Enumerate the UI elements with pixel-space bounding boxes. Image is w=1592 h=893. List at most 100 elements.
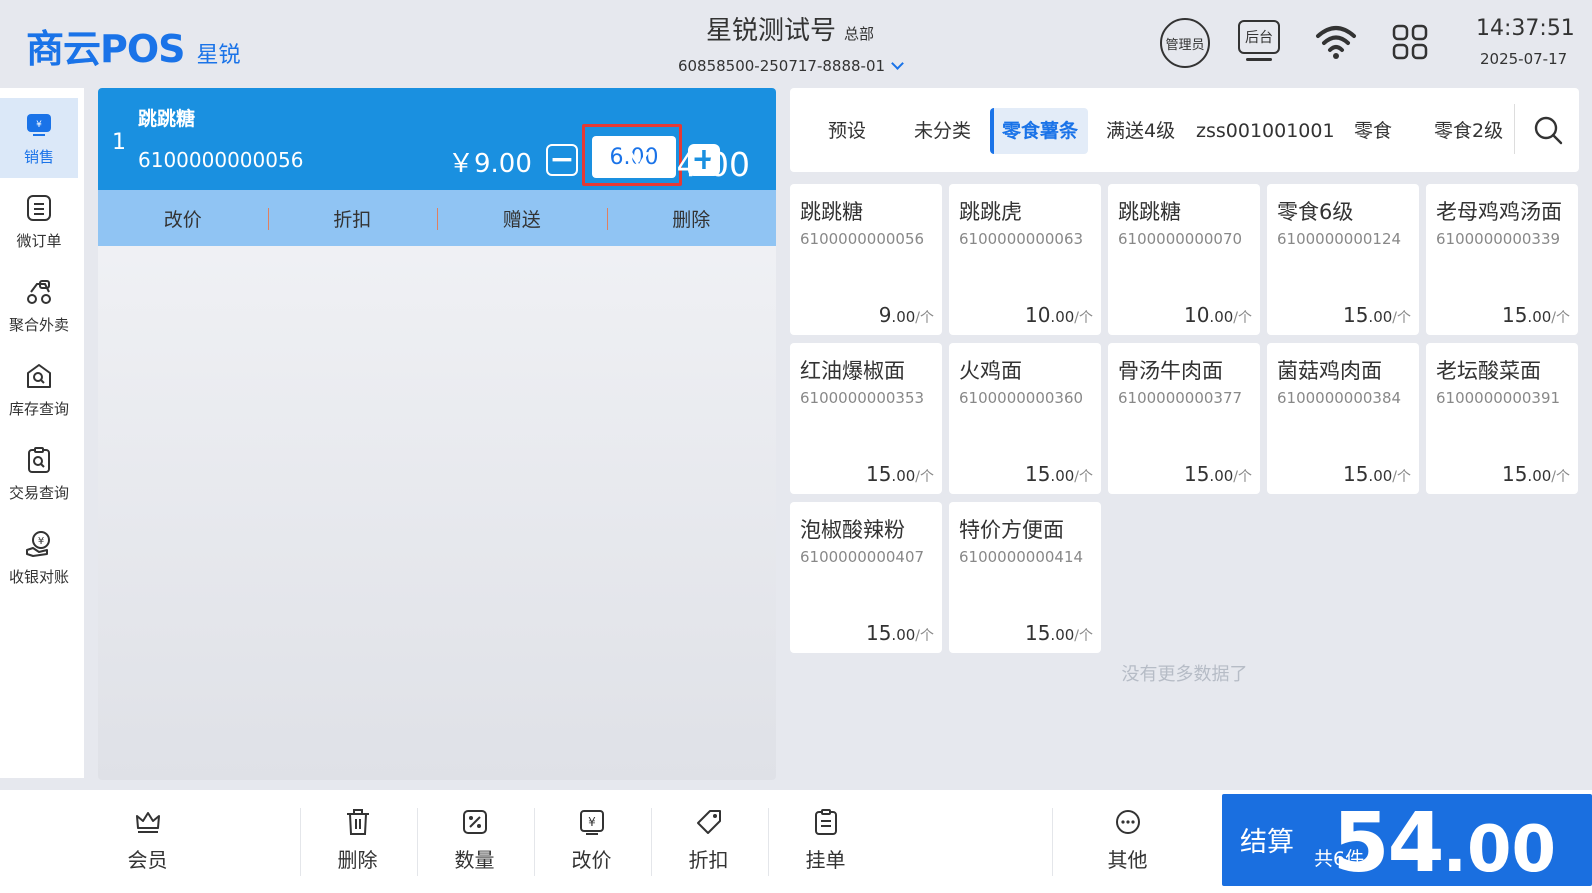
cart-line-actions: 改价 折扣 赠送 删除 [98, 190, 776, 246]
clock-date: 2025-07-17 [1480, 50, 1568, 68]
hold-order-label: 挂单 [805, 848, 846, 872]
category-tab-snack-fries[interactable]: 零食薯条 [990, 108, 1089, 154]
category-tab-snack[interactable]: 零食 [1344, 108, 1402, 154]
sidebar-item-reconcile[interactable]: ¥ 收银对账 [0, 518, 78, 598]
product-panel: 预设 未分类 零食薯条 满送4级 zss001001001 零食 零食2级 跳跳… [790, 88, 1592, 778]
quantity-label: 数量 [454, 848, 495, 872]
store-info[interactable]: 星锐测试号 总部 60858500-250717-8888-01 [600, 10, 980, 75]
product-name: 零食6级 [1277, 200, 1354, 224]
checkout-amount: 54.00 [1332, 796, 1557, 891]
product-card[interactable]: 零食6级 6100000000124 15.00/个 [1267, 184, 1419, 335]
product-name: 泡椒酸辣粉 [800, 518, 905, 542]
hold-order-icon [814, 809, 837, 835]
product-card[interactable]: 菌菇鸡肉面 6100000000384 15.00/个 [1267, 343, 1419, 494]
discount-button[interactable]: 折扣 [267, 205, 438, 232]
logo-subtitle: 星锐 [196, 43, 241, 68]
product-price: 15.00/个 [1183, 462, 1252, 486]
chevron-down-icon[interactable] [891, 57, 904, 70]
no-more-data-text: 没有更多数据了 [1121, 664, 1248, 685]
product-name: 骨汤牛肉面 [1118, 359, 1223, 383]
admin-label: 管理员 [1165, 37, 1205, 53]
delete-line-button[interactable]: 删除 [606, 205, 777, 232]
product-card[interactable]: 火鸡面 6100000000360 15.00/个 [949, 343, 1101, 494]
product-code: 6100000000360 [959, 389, 1084, 407]
member-label: 会员 [127, 848, 168, 872]
hold-order-button[interactable]: 挂单 [768, 808, 883, 888]
product-name: 特价方便面 [959, 518, 1064, 542]
wifi-icon[interactable] [1314, 22, 1358, 62]
search-icon[interactable] [1532, 114, 1564, 146]
product-card[interactable]: 泡椒酸辣粉 6100000000407 15.00/个 [790, 502, 942, 653]
sidebar-item-label: 微订单 [16, 231, 62, 250]
product-price: 15.00/个 [1024, 621, 1093, 645]
product-code: 6100000000414 [959, 548, 1084, 566]
order-icon [25, 194, 53, 222]
backend-button[interactable]: 后台 [1238, 20, 1280, 54]
discount-footer-button[interactable]: 折扣 [651, 808, 766, 888]
quantity-button[interactable]: 数量 [417, 808, 532, 888]
product-price: 15.00/个 [1024, 462, 1093, 486]
product-card[interactable]: 跳跳糖 6100000000070 10.00/个 [1108, 184, 1260, 335]
more-icon [1115, 810, 1140, 834]
product-name: 红油爆椒面 [800, 359, 905, 383]
member-button[interactable]: 会员 [90, 808, 205, 888]
admin-button[interactable]: 管理员 [1160, 18, 1210, 68]
sidebar-item-delivery[interactable]: 聚合外卖 [0, 266, 78, 346]
category-bar: 预设 未分类 零食薯条 满送4级 zss001001001 零食 零食2级 [790, 88, 1579, 172]
more-button[interactable]: 其他 [1070, 808, 1185, 888]
product-code: 6100000000407 [800, 548, 925, 566]
cart-item-total: ￥54.00 [622, 145, 750, 184]
checkout-button[interactable]: 结算 共6件 54.00 [1222, 794, 1592, 891]
category-tab-zss001001001[interactable]: zss001001001 [1186, 108, 1345, 154]
cart-panel: 跳跳糖 1 6100000000056 ￥9.00 − + ￥54.00 改价 … [98, 88, 776, 780]
sidebar-item-inventory[interactable]: 库存查询 [0, 350, 78, 430]
product-card[interactable]: 红油爆椒面 6100000000353 15.00/个 [790, 343, 942, 494]
sidebar-item-micro-order[interactable]: 微订单 [0, 182, 78, 262]
product-card[interactable]: 跳跳糖 6100000000056 9.00/个 [790, 184, 942, 335]
change-price-label: 改价 [571, 848, 612, 872]
cart-line-item[interactable]: 跳跳糖 1 6100000000056 ￥9.00 − + ￥54.00 [98, 88, 776, 190]
backend-label: 后台 [1245, 30, 1273, 46]
product-card[interactable]: 老母鸡鸡汤面 6100000000339 15.00/个 [1426, 184, 1578, 335]
clock-time: 14:37:51 [1476, 16, 1575, 41]
product-card[interactable]: 骨汤牛肉面 6100000000377 15.00/个 [1108, 343, 1260, 494]
store-name: 星锐测试号 [705, 16, 836, 46]
change-price-footer-button[interactable]: ¥ 改价 [534, 808, 649, 888]
monitor-stand [1246, 58, 1272, 61]
product-card[interactable]: 跳跳虎 6100000000063 10.00/个 [949, 184, 1101, 335]
delete-button[interactable]: 删除 [300, 808, 415, 888]
product-code: 6100000000391 [1436, 389, 1561, 407]
product-code: 6100000000377 [1118, 389, 1243, 407]
sidebar-item-sales[interactable]: ¥ 销售 [0, 98, 78, 178]
product-price: 15.00/个 [865, 462, 934, 486]
gift-button[interactable]: 赠送 [437, 205, 607, 232]
product-code: 6100000000070 [1118, 230, 1243, 248]
product-price: 15.00/个 [865, 621, 934, 645]
product-code: 6100000000056 [800, 230, 925, 248]
category-tab-snack-level2[interactable]: 零食2级 [1424, 108, 1513, 154]
category-tab-preset[interactable]: 预设 [818, 108, 876, 154]
delivery-icon [25, 278, 53, 306]
discount-tag-icon [696, 810, 721, 834]
store-id: 60858500-250717-8888-01 [677, 57, 886, 75]
product-name: 火鸡面 [959, 359, 1022, 383]
sales-icon: ¥ [25, 110, 53, 138]
change-price-button[interactable]: 改价 [98, 205, 268, 232]
product-card[interactable]: 老坛酸菜面 6100000000391 15.00/个 [1426, 343, 1578, 494]
sidebar-item-transaction[interactable]: 交易查询 [0, 434, 78, 514]
product-code: 6100000000124 [1277, 230, 1402, 248]
product-card[interactable]: 特价方便面 6100000000414 15.00/个 [949, 502, 1101, 653]
sidebar: ¥ 销售 微订单 聚合外卖 库存查询 交易查询 ¥ 收银对账 [0, 88, 84, 778]
cart-item-code: 6100000000056 [138, 148, 304, 172]
sidebar-item-label: 收银对账 [8, 567, 69, 586]
category-tab-uncategorized[interactable]: 未分类 [904, 108, 981, 154]
product-code: 6100000000339 [1436, 230, 1561, 248]
trash-icon [346, 809, 369, 835]
apps-grid-icon[interactable] [1392, 24, 1428, 60]
category-tab-gift-level4[interactable]: 满送4级 [1096, 108, 1185, 154]
product-price: 15.00/个 [1501, 462, 1570, 486]
decrease-qty-button[interactable]: − [546, 144, 578, 176]
store-id-selector[interactable]: 60858500-250717-8888-01 [600, 57, 980, 75]
reconcile-icon: ¥ [25, 530, 53, 558]
store-tag: 总部 [844, 25, 875, 43]
